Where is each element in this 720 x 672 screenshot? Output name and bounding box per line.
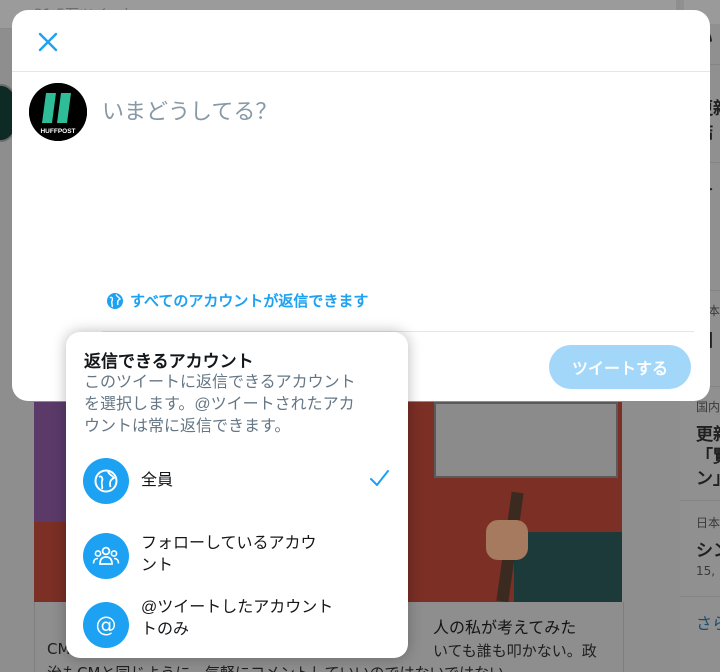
- trend-sub: 15,: [696, 564, 716, 578]
- menu-title: 返信できるアカウント: [84, 352, 254, 371]
- reply-options-menu: 返信できるアカウント このツイートに返信できるアカウント を選択します。@ツイー…: [66, 332, 408, 658]
- menu-description: このツイートに返信できるアカウント を選択します。@ツイートされたアカ ウントは…: [84, 372, 384, 438]
- menu-description-line: ウントは常に返信できます。: [84, 418, 291, 435]
- option-everyone[interactable]: 全員: [66, 451, 408, 515]
- option-label: @ツイートしたアカウント トのみ: [141, 597, 333, 641]
- show-more-link[interactable]: さら: [696, 610, 720, 634]
- close-icon: [38, 32, 58, 52]
- reply-setting-label: すべてのアカウントが返信できます: [130, 293, 369, 310]
- at-icon: @: [83, 602, 129, 648]
- tweet-button[interactable]: ツイートする: [549, 345, 691, 389]
- trend-divider: [680, 500, 720, 501]
- huffpost-logo: HUFFPOST: [29, 83, 87, 141]
- trend-text: ン」: [696, 469, 720, 489]
- card-caption-line: 治もCMと同じように、気軽にコメントしていいのではないではない: [47, 662, 504, 672]
- compose-input[interactable]: [102, 94, 662, 294]
- trend-sub: 日本: [696, 516, 720, 530]
- option-label-line: トのみ: [141, 621, 190, 638]
- option-following[interactable]: フォローしているアカウ ント: [66, 526, 408, 590]
- option-label-line: ント: [141, 557, 174, 574]
- avatar[interactable]: HUFFPOST: [29, 83, 87, 141]
- option-mentioned[interactable]: @ @ツイートしたアカウント トのみ: [66, 595, 408, 658]
- svg-text:@: @: [96, 613, 117, 637]
- check-icon: [370, 470, 389, 486]
- card-caption-line: 人の私が考えてみた: [433, 618, 577, 637]
- option-label-line: @ツイートしたアカウント: [141, 599, 334, 616]
- menu-description-line: このツイートに返信できるアカウント: [84, 374, 356, 391]
- option-label-line: フォローしているアカウ: [141, 535, 317, 552]
- trend-sub: 国内: [696, 400, 720, 414]
- option-label: 全員: [141, 470, 173, 492]
- option-label: フォローしているアカウ ント: [141, 533, 317, 577]
- card-caption-line: いても誰も叩かない。政: [433, 642, 597, 660]
- reply-setting-button[interactable]: すべてのアカウントが返信できます: [106, 290, 368, 311]
- option-label-line: 全員: [141, 472, 174, 489]
- menu-description-line: を選択します。@ツイートされたアカ: [84, 396, 355, 413]
- trend-text: シン: [696, 541, 720, 561]
- close-button[interactable]: [30, 24, 66, 60]
- globe-icon: [83, 458, 129, 504]
- trend-divider: [680, 596, 720, 597]
- avatar-label: HUFFPOST: [40, 128, 75, 135]
- modal-header: [12, 10, 710, 72]
- globe-icon: [107, 292, 123, 309]
- people-icon: [83, 533, 129, 579]
